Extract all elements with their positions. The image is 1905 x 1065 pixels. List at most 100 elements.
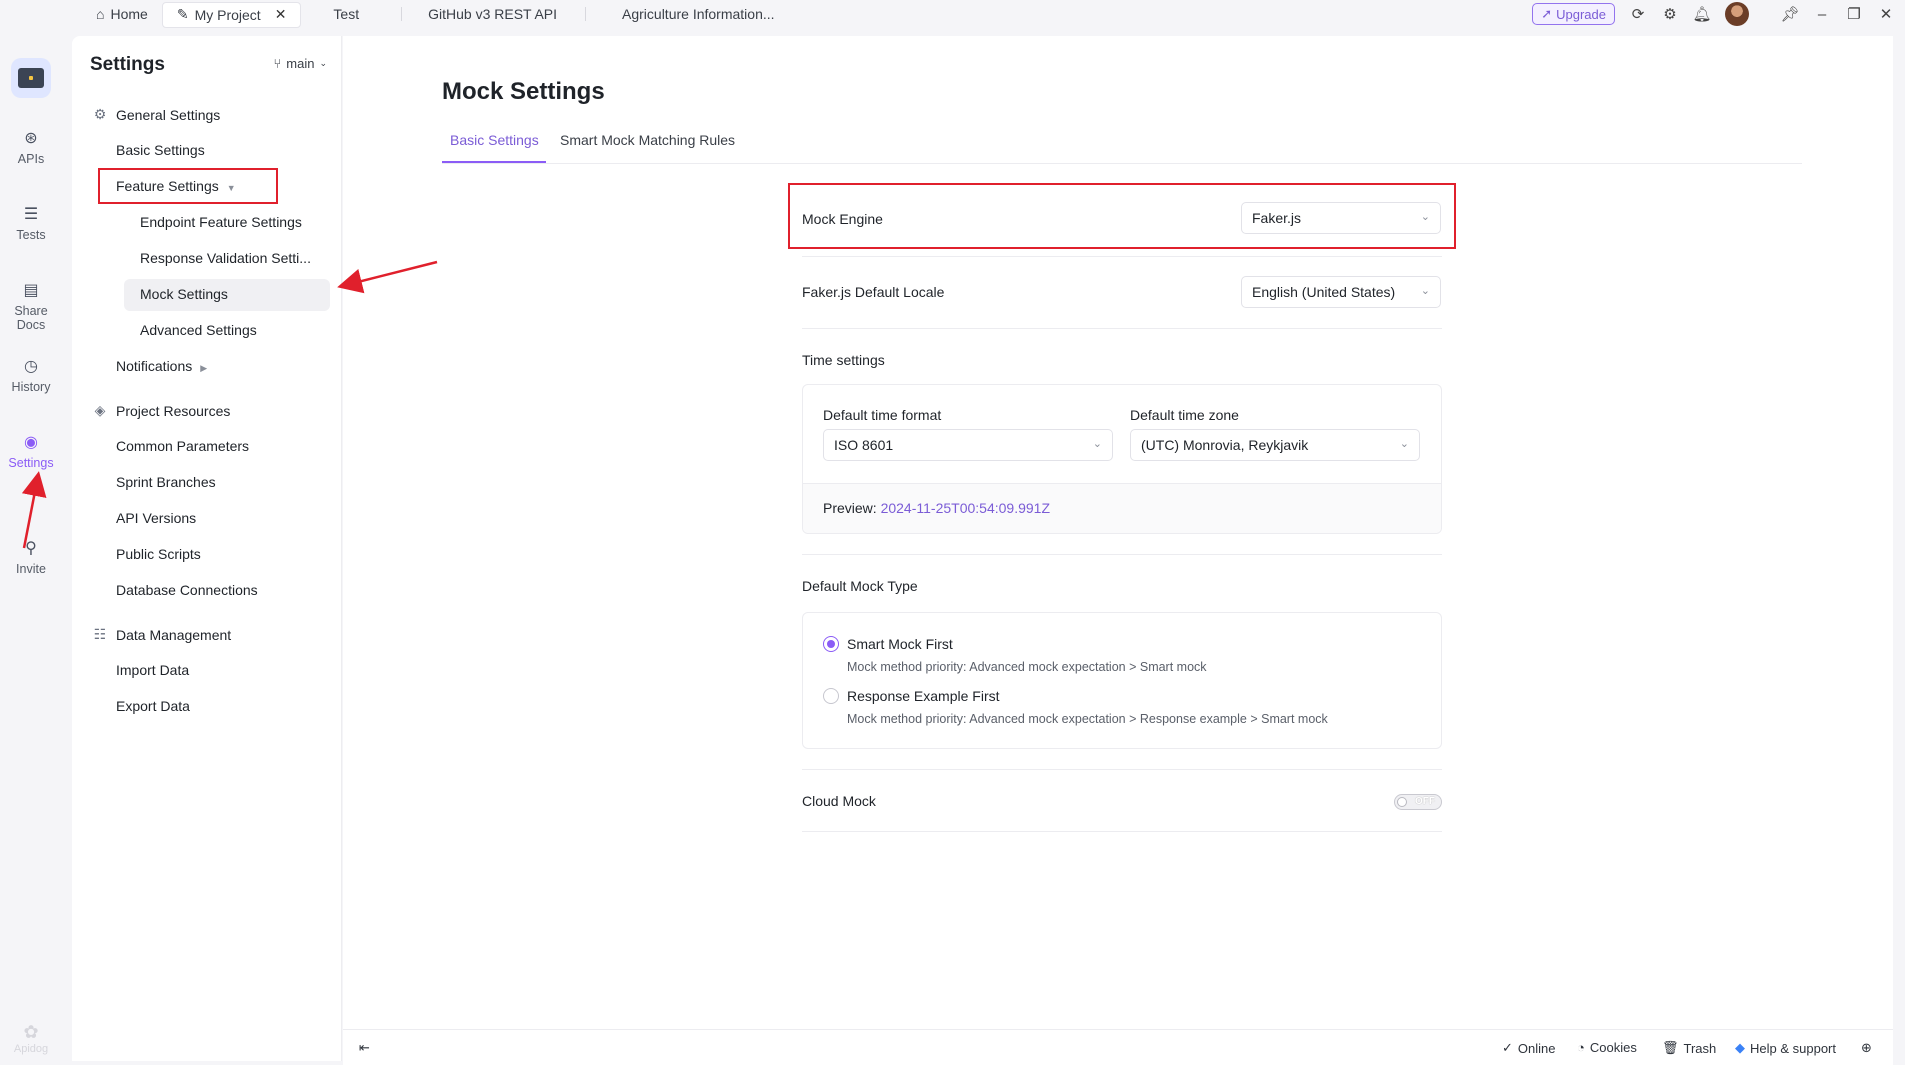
cookies-button[interactable]: ◔ Cookies xyxy=(1577,1040,1637,1055)
active-tab-indicator xyxy=(442,161,546,163)
option-hint: Mock method priority: Advanced mock expe… xyxy=(847,712,1328,726)
clock-icon: ◷ xyxy=(24,358,38,375)
title-bar-actions: ➚ Upgrade ⟳ ⚙ 🔔︎ 📌︎ – ❐ ✕ xyxy=(1532,0,1905,28)
nav-endpoint-feature-settings[interactable]: Endpoint Feature Settings xyxy=(140,214,302,230)
nav-import-data[interactable]: Import Data xyxy=(116,662,189,678)
nav-export-data[interactable]: Export Data xyxy=(116,698,190,714)
nav-api-versions[interactable]: API Versions xyxy=(116,510,196,526)
select-value: Faker.js xyxy=(1252,210,1302,226)
nav-notifications[interactable]: Notifications ▶ xyxy=(116,358,207,374)
gear-icon[interactable]: ⚙ xyxy=(1661,5,1679,23)
nav-response-validation-settings[interactable]: Response Validation Setti... xyxy=(140,250,311,266)
option-hint: Mock method priority: Advanced mock expe… xyxy=(847,660,1207,674)
toggle-knob xyxy=(1397,797,1407,807)
divider xyxy=(802,328,1442,329)
cloud-mock-toggle[interactable]: OFF xyxy=(1394,794,1442,810)
chevron-down-icon: ⌄ xyxy=(319,58,327,68)
book-icon: ▤ xyxy=(23,282,39,299)
nav-basic-settings[interactable]: Basic Settings xyxy=(116,142,205,158)
upgrade-button[interactable]: ➚ Upgrade xyxy=(1532,3,1615,25)
edit-icon: ✎ xyxy=(176,6,189,22)
window-close-icon[interactable]: ✕ xyxy=(1877,5,1895,23)
trash-label: Trash xyxy=(1683,1040,1717,1056)
tab-smart-mock-rules[interactable]: Smart Mock Matching Rules xyxy=(560,132,735,148)
chevron-down-icon: ⌄ xyxy=(1399,438,1409,450)
time-format-select[interactable]: ISO 8601 ⌄ xyxy=(823,429,1113,461)
rail-label: Tests xyxy=(16,228,46,242)
avatar[interactable] xyxy=(1725,2,1749,26)
help-support-button[interactable]: ◆ Help & support xyxy=(1735,1040,1836,1056)
api-icon: ⊛ xyxy=(24,130,38,147)
close-icon[interactable]: ✕ xyxy=(275,6,287,23)
radio-smart-mock-first[interactable] xyxy=(823,636,839,652)
divider xyxy=(802,769,1442,770)
main-content: Mock Settings Basic Settings Smart Mock … xyxy=(343,36,1893,1065)
branch-selector[interactable]: ⑂ main ⌄ xyxy=(273,56,327,71)
option-label[interactable]: Smart Mock First xyxy=(847,636,953,652)
tab-my-project[interactable]: ✎ My Project ✕ xyxy=(161,1,302,28)
mock-type-card: Smart Mock First Mock method priority: A… xyxy=(802,612,1442,749)
rail-item-settings[interactable]: ◉ Settings xyxy=(0,432,62,470)
minimize-icon[interactable]: – xyxy=(1813,5,1831,23)
preview-value: 2024-11-25T00:54:09.991Z xyxy=(880,500,1050,516)
page-title: Mock Settings xyxy=(442,78,605,105)
project-logo[interactable] xyxy=(11,58,51,98)
nav-group-general: ⚙ General Settings xyxy=(92,106,221,123)
mock-type-label: Default Mock Type xyxy=(802,578,918,594)
radio-response-example-first[interactable] xyxy=(823,688,839,704)
nav-advanced-settings[interactable]: Advanced Settings xyxy=(140,322,257,338)
preview-bar: Preview: 2024-11-25T00:54:09.991Z xyxy=(803,483,1441,533)
settings-panel: Settings ⑂ main ⌄ ⚙ General Settings Bas… xyxy=(72,36,342,1061)
tab-github[interactable]: GitHub v3 REST API xyxy=(414,0,571,28)
tab-basic-settings[interactable]: Basic Settings xyxy=(450,132,539,148)
gear-icon: ⚙ xyxy=(93,106,107,122)
bell-icon[interactable]: 🔔︎ xyxy=(1692,5,1711,23)
tab-agriculture-label: Agriculture Information... xyxy=(622,6,775,22)
nav-public-scripts[interactable]: Public Scripts xyxy=(116,546,201,562)
rail-item-share-docs[interactable]: ▤ Share Docs xyxy=(0,280,62,332)
nav-group-label: Data Management xyxy=(116,626,232,643)
caret-right-icon: ▶ xyxy=(200,363,208,373)
pin-icon[interactable]: 📌︎ xyxy=(1780,5,1799,23)
rail-item-history[interactable]: ◷ History xyxy=(0,356,62,394)
select-value: English (United States) xyxy=(1252,284,1396,300)
nav-mock-settings[interactable]: Mock Settings xyxy=(140,286,228,302)
divider xyxy=(802,256,1442,257)
rail-label: Share Docs xyxy=(14,304,48,332)
brand-name: Apidog xyxy=(13,1043,49,1055)
select-value: (UTC) Monrovia, Reykjavik xyxy=(1141,437,1309,453)
collapse-sidebar-icon[interactable]: ⇤ xyxy=(359,1040,370,1056)
branch-icon: ⑂ xyxy=(273,56,282,71)
mock-engine-select[interactable]: Faker.js ⌄ xyxy=(1241,202,1441,234)
tab-test[interactable]: Test xyxy=(319,0,373,28)
preview-label: Preview: xyxy=(823,500,877,516)
help-icon: ◆ xyxy=(1735,1040,1745,1055)
rail-item-invite[interactable]: ⚲ Invite xyxy=(0,538,62,576)
tab-home-label: Home xyxy=(110,6,148,22)
nav-common-parameters[interactable]: Common Parameters xyxy=(116,438,249,454)
left-rail: ⊛ APIs ☰ Tests ▤ Share Docs ◷ History ◉ … xyxy=(0,28,62,1065)
restore-icon[interactable]: ❐ xyxy=(1845,5,1863,23)
online-status[interactable]: ✓ Online xyxy=(1502,1040,1555,1056)
tab-agriculture[interactable]: Agriculture Information... xyxy=(608,0,789,28)
rail-label: Settings xyxy=(8,456,54,470)
refresh-icon[interactable]: ⟳ xyxy=(1629,5,1647,23)
rail-item-apis[interactable]: ⊛ APIs xyxy=(0,128,62,166)
option-label[interactable]: Response Example First xyxy=(847,688,1000,704)
cloud-mock-label: Cloud Mock xyxy=(802,793,876,809)
trash-icon: 🗑︎ xyxy=(1662,1040,1679,1055)
locale-select[interactable]: English (United States) ⌄ xyxy=(1241,276,1441,308)
toggle-state: OFF xyxy=(1415,796,1435,807)
nav-label: Notifications xyxy=(116,358,193,374)
database-icon: ☷ xyxy=(93,626,107,642)
nav-database-connections[interactable]: Database Connections xyxy=(116,582,258,598)
nav-sprint-branches[interactable]: Sprint Branches xyxy=(116,474,216,490)
tab-home[interactable]: ⌂ Home xyxy=(82,0,162,28)
time-zone-select[interactable]: (UTC) Monrovia, Reykjavik ⌄ xyxy=(1130,429,1420,461)
branch-name: main xyxy=(286,56,315,71)
time-settings-label: Time settings xyxy=(802,352,885,368)
divider xyxy=(802,831,1442,832)
upload-icon[interactable]: ⊕ xyxy=(1861,1040,1872,1056)
rail-item-tests[interactable]: ☰ Tests xyxy=(0,204,62,242)
trash-button[interactable]: 🗑︎ Trash xyxy=(1662,1040,1716,1056)
